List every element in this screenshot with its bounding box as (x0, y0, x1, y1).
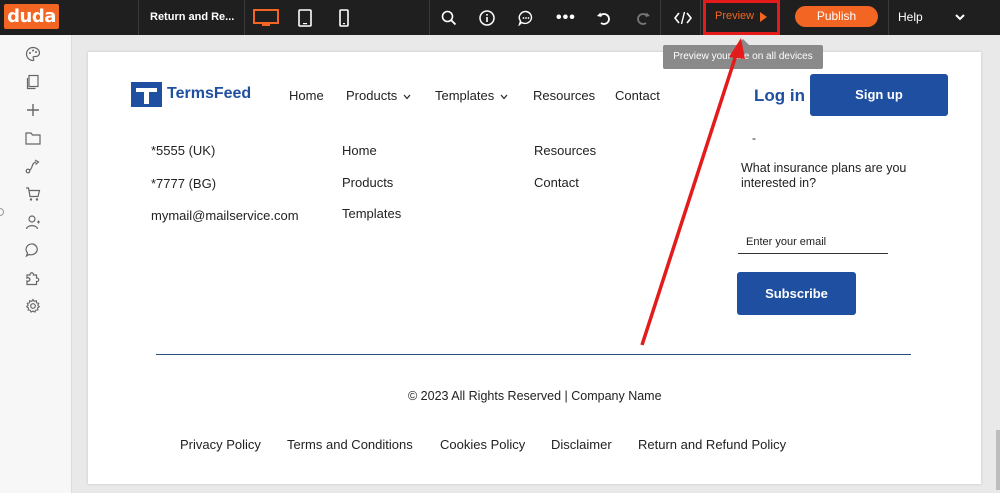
highlight-box (703, 0, 780, 35)
nav-templates-label: Templates (435, 88, 495, 103)
nav-templates[interactable]: Templates (435, 88, 508, 103)
subscribe-button[interactable]: Subscribe (737, 272, 856, 315)
toolbar-divider (700, 0, 701, 35)
policy-link-cookies[interactable]: Cookies Policy (440, 437, 525, 452)
tablet-icon[interactable] (294, 7, 316, 29)
mobile-icon[interactable] (333, 7, 355, 29)
toolbar-divider (138, 0, 139, 35)
policy-link-disclaimer[interactable]: Disclaimer (551, 437, 612, 452)
toolbar-divider (888, 0, 889, 35)
editor-toolbar: duda Return and Re... ••• Preview Publis… (0, 0, 1000, 35)
search-icon[interactable] (438, 7, 460, 29)
editor-sidebar (0, 35, 72, 493)
newsletter-email-field[interactable] (738, 230, 888, 254)
info-icon[interactable] (476, 7, 498, 29)
add-icon[interactable] (24, 101, 42, 119)
policy-link-refund[interactable]: Return and Refund Policy (638, 437, 786, 452)
code-icon[interactable] (672, 7, 694, 29)
cart-icon[interactable] (24, 185, 42, 203)
toolbar-divider (429, 0, 430, 35)
clipped-text: - (752, 131, 756, 145)
desktop-icon[interactable] (253, 7, 279, 29)
footer-link-home[interactable]: Home (342, 143, 377, 158)
site-logo-text[interactable]: TermsFeed (167, 85, 251, 103)
pages-icon[interactable] (24, 73, 42, 91)
site-canvas (88, 52, 981, 484)
preview-tooltip: Preview your site on all devices (663, 45, 823, 69)
redo-icon[interactable] (632, 7, 654, 29)
nav-resources[interactable]: Resources (533, 88, 595, 103)
termsfeed-logo-icon[interactable] (131, 82, 162, 107)
footer-link-resources[interactable]: Resources (534, 143, 596, 158)
scrollbar[interactable] (996, 430, 1000, 490)
login-link[interactable]: Log in (754, 86, 805, 106)
nav-home[interactable]: Home (289, 88, 324, 103)
undo-icon[interactable] (593, 7, 615, 29)
newsletter-question: What insurance plans are you interested … (741, 161, 907, 190)
phone-uk: *5555 (UK) (151, 143, 216, 158)
phone-bg: *7777 (BG) (151, 176, 217, 191)
footer-link-products[interactable]: Products (342, 175, 393, 190)
comment-icon[interactable] (515, 7, 537, 29)
toolbar-divider (660, 0, 661, 35)
page-selector[interactable]: Return and Re... (150, 0, 234, 35)
nav-contact[interactable]: Contact (615, 88, 660, 103)
chevron-down-icon (403, 94, 411, 100)
copyright-text: © 2023 All Rights Reserved | Company Nam… (408, 389, 662, 403)
nav-products-label: Products (346, 88, 398, 103)
policy-link-terms[interactable]: Terms and Conditions (287, 437, 413, 452)
footer-divider (156, 354, 911, 355)
settings-icon[interactable] (24, 297, 42, 315)
chevron-down-icon (500, 94, 508, 100)
flow-icon[interactable] (24, 157, 42, 175)
signup-button[interactable]: Sign up (810, 74, 948, 116)
chevron-down-icon[interactable] (955, 13, 965, 21)
nav-products[interactable]: Products (346, 88, 411, 103)
footer-link-contact[interactable]: Contact (534, 175, 579, 190)
footer-link-templates[interactable]: Templates (342, 206, 401, 221)
more-icon[interactable]: ••• (556, 9, 576, 27)
email-address[interactable]: mymail@mailservice.com (151, 208, 299, 223)
canvas-background (72, 35, 1000, 52)
policy-link-privacy[interactable]: Privacy Policy (180, 437, 261, 452)
duda-logo[interactable]: duda (4, 4, 59, 29)
help-menu[interactable]: Help (898, 10, 923, 24)
folder-icon[interactable] (24, 129, 42, 147)
palette-icon[interactable] (24, 45, 42, 63)
publish-button[interactable]: Publish (795, 6, 878, 27)
puzzle-icon[interactable] (24, 269, 42, 287)
user-icon[interactable] (24, 213, 42, 231)
chat-icon[interactable] (24, 241, 42, 259)
toolbar-divider (244, 0, 245, 35)
